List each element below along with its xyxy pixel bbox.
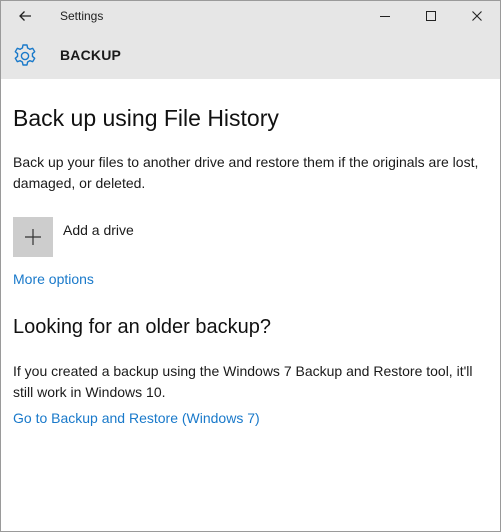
title-bar: Settings xyxy=(1,1,500,31)
close-button[interactable] xyxy=(454,1,500,31)
file-history-heading: Back up using File History xyxy=(13,105,279,131)
maximize-button[interactable] xyxy=(408,1,454,31)
maximize-icon xyxy=(426,11,436,21)
more-options-link[interactable]: More options xyxy=(13,271,94,287)
page-title: BACKUP xyxy=(60,47,122,63)
older-backup-heading: Looking for an older backup? xyxy=(13,316,271,338)
minimize-icon xyxy=(380,16,390,17)
back-button[interactable] xyxy=(7,1,43,31)
minimize-button[interactable] xyxy=(362,1,408,31)
file-history-description: Back up your files to another drive and … xyxy=(13,154,479,191)
close-icon xyxy=(472,11,482,21)
plus-icon xyxy=(25,229,41,245)
backup-restore-windows7-link[interactable]: Go to Backup and Restore (Windows 7) xyxy=(13,410,260,426)
add-drive-button[interactable]: Add a drive xyxy=(13,217,134,257)
add-drive-label[interactable]: Add a drive xyxy=(63,222,134,238)
gear-icon xyxy=(14,44,36,66)
settings-window: Settings BACKUP Back up using File Histo… xyxy=(0,0,501,532)
page-header: BACKUP xyxy=(1,31,500,79)
window-title: Settings xyxy=(60,9,104,23)
back-arrow-icon xyxy=(19,11,31,21)
add-drive-tile[interactable] xyxy=(13,217,53,257)
older-backup-description: If you created a backup using the Window… xyxy=(13,363,473,400)
